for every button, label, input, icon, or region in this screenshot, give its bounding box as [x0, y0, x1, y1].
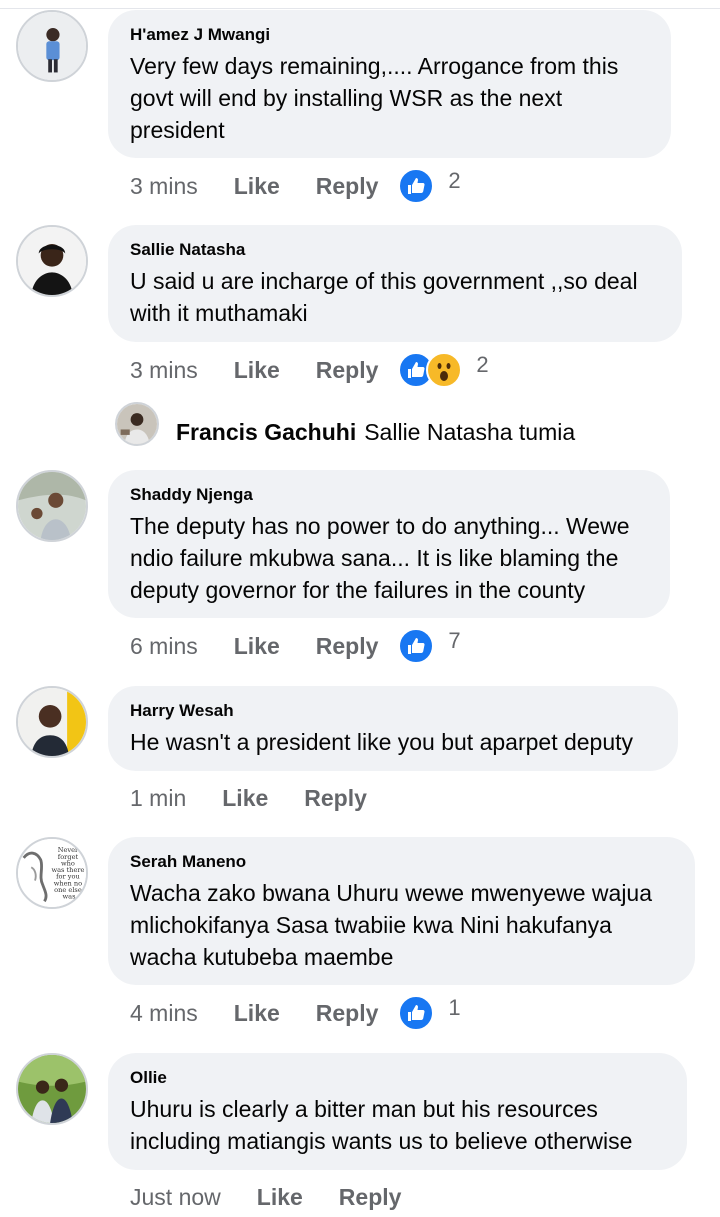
comment-bubble: Shaddy Njenga The deputy has no power to… — [108, 470, 670, 618]
reactions[interactable]: 7 — [398, 628, 461, 664]
comment-time[interactable]: 6 mins — [130, 633, 198, 660]
comment-author[interactable]: H'amez J Mwangi — [130, 24, 647, 46]
comment-actions: Just now Like Reply — [130, 1182, 401, 1212]
reply-button[interactable]: Reply — [316, 173, 379, 200]
reply-avatar[interactable] — [115, 402, 159, 446]
comment-time[interactable]: 4 mins — [130, 1000, 198, 1027]
reaction-count: 2 — [448, 168, 461, 193]
comment-actions: 6 mins Like Reply 7 — [130, 628, 461, 664]
comment-text: Very few days remaining,.... Arrogance f… — [130, 53, 619, 143]
reply-button[interactable]: Reply — [316, 633, 379, 660]
reaction-count: 2 — [476, 352, 489, 377]
reply-button[interactable]: Reply — [339, 1184, 402, 1211]
reply-button[interactable]: Reply — [304, 785, 367, 812]
avatar[interactable] — [16, 1053, 88, 1125]
reply-button[interactable]: Reply — [316, 1000, 379, 1027]
reply-preview[interactable]: Francis Gachuhi Sallie Natasha tumia — [176, 417, 575, 447]
reactions[interactable]: 2 — [398, 352, 489, 388]
comment-text: Wacha zako bwana Uhuru wewe mwenyewe waj… — [130, 880, 653, 970]
avatar-photo — [18, 472, 86, 540]
avatar-photo: Never forget who was there for you when … — [18, 839, 86, 907]
comment-bubble: Ollie Uhuru is clearly a bitter man but … — [108, 1053, 687, 1170]
avatar-photo — [117, 404, 157, 444]
top-divider — [0, 8, 720, 9]
comment-bubble: Sallie Natasha U said u are incharge of … — [108, 225, 682, 342]
comment-time[interactable]: 3 mins — [130, 357, 198, 384]
avatar[interactable] — [16, 225, 88, 297]
comment-actions: 4 mins Like Reply 1 — [130, 995, 461, 1031]
like-button[interactable]: Like — [234, 173, 280, 200]
like-button[interactable]: Like — [257, 1184, 303, 1211]
reply-text: Sallie Natasha tumia — [364, 419, 576, 445]
comment-bubble: H'amez J Mwangi Very few days remaining,… — [108, 10, 671, 158]
comment-actions: 3 mins Like Reply 2 — [130, 352, 489, 388]
avatar-photo — [18, 12, 86, 80]
comment-text: Uhuru is clearly a bitter man but his re… — [130, 1096, 633, 1154]
reply-author[interactable]: Francis Gachuhi — [176, 419, 356, 445]
like-button[interactable]: Like — [234, 357, 280, 384]
comment-actions: 1 min Like Reply — [130, 783, 367, 813]
like-reaction-icon — [398, 995, 435, 1031]
comment-author[interactable]: Sallie Natasha — [130, 239, 658, 261]
comment-author[interactable]: Serah Maneno — [130, 851, 671, 873]
comment-text: U said u are incharge of this government… — [130, 268, 638, 326]
avatar[interactable] — [16, 10, 88, 82]
comment-bubble: Harry Wesah He wasn't a president like y… — [108, 686, 678, 771]
like-button[interactable]: Like — [234, 1000, 280, 1027]
comment-actions: 3 mins Like Reply 2 — [130, 168, 461, 204]
avatar[interactable]: Never forget who was there for you when … — [16, 837, 88, 909]
like-reaction-icon — [398, 628, 435, 664]
comment-author[interactable]: Ollie — [130, 1067, 663, 1089]
comment-bubble: Serah Maneno Wacha zako bwana Uhuru wewe… — [108, 837, 695, 985]
reaction-count: 7 — [448, 628, 461, 653]
comment-time[interactable]: Just now — [130, 1184, 221, 1211]
avatar-photo — [18, 1055, 86, 1123]
avatar[interactable] — [16, 470, 88, 542]
like-button[interactable]: Like — [222, 785, 268, 812]
avatar-photo — [18, 688, 86, 756]
comment-text: He wasn't a president like you but aparp… — [130, 729, 634, 755]
wow-reaction-icon — [426, 352, 463, 388]
comment-time[interactable]: 3 mins — [130, 173, 198, 200]
like-button[interactable]: Like — [234, 633, 280, 660]
comment-time[interactable]: 1 min — [130, 785, 186, 812]
comment-author[interactable]: Harry Wesah — [130, 700, 654, 722]
reactions[interactable]: 1 — [398, 995, 461, 1031]
reaction-count: 1 — [448, 995, 461, 1020]
reply-button[interactable]: Reply — [316, 357, 379, 384]
reactions[interactable]: 2 — [398, 168, 461, 204]
like-reaction-icon — [398, 168, 435, 204]
avatar-photo — [18, 227, 86, 295]
comment-text: The deputy has no power to do anything..… — [130, 513, 630, 603]
avatar[interactable] — [16, 686, 88, 758]
comment-author[interactable]: Shaddy Njenga — [130, 484, 646, 506]
